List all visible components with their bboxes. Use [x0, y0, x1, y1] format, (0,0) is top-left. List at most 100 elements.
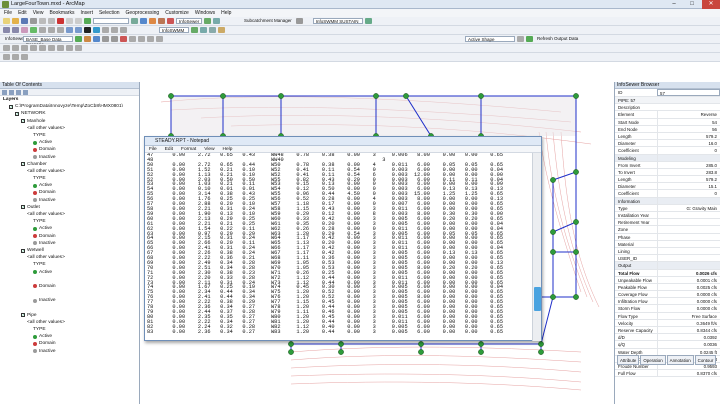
property-value[interactable]: 15.1	[657, 183, 720, 190]
menu-help[interactable]: Help	[221, 9, 231, 17]
clear-selection-icon[interactable]	[75, 27, 82, 33]
toc-layer-row[interactable]: Active	[0, 225, 139, 232]
browser-property-row[interactable]: Flow Type Free Surface	[615, 312, 720, 320]
property-value[interactable]	[657, 262, 720, 269]
select-features-icon[interactable]	[66, 27, 73, 33]
browser-property-row[interactable]: Velocity 0.3649 ft/s	[615, 319, 720, 327]
report-icon[interactable]	[120, 36, 127, 42]
toc-layer-row[interactable]: ✓ C:\ProgramData\Innovyze\Temp\ZoCb8\HMX0…	[0, 103, 139, 110]
browser-property-row[interactable]: Element Reverse	[615, 111, 720, 119]
property-value[interactable]	[657, 233, 720, 240]
browser-property-row[interactable]: Full Flow 0.8370 cfs	[615, 370, 720, 378]
property-value[interactable]: 579.2	[657, 176, 720, 183]
toc-layer-row[interactable]: <all other values>	[0, 254, 139, 261]
browser-property-row[interactable]: USER_ID	[615, 255, 720, 263]
browser-id-field[interactable]: 57	[657, 89, 720, 96]
browser-property-row[interactable]: d/D 0.0392	[615, 334, 720, 342]
toc-layer-row[interactable]: Domain	[0, 283, 139, 290]
infosewer-tool-icon[interactable]	[213, 18, 220, 24]
back-extent-icon[interactable]	[48, 27, 55, 33]
browser-property-row[interactable]: Infiltration Flow 0.0000 cfs	[615, 298, 720, 306]
notepad-menu-file[interactable]: File	[149, 146, 157, 152]
menu-selection[interactable]: Selection	[99, 9, 120, 17]
infosewer-menu[interactable]: InfoSewer	[3, 36, 25, 42]
property-value[interactable]: 0	[657, 147, 720, 154]
list-by-visibility-icon[interactable]	[16, 90, 21, 95]
property-value[interactable]: 0.0000 cfs	[657, 291, 720, 298]
draw-rect-icon[interactable]	[12, 54, 19, 60]
sustain-icon[interactable]	[364, 18, 372, 24]
property-value[interactable]: 0.8344 cfs	[657, 327, 720, 334]
browser-property-row[interactable]: Phase	[615, 233, 720, 241]
network-icon[interactable]	[3, 45, 10, 51]
browser-property-row[interactable]: To Invert 283.8	[615, 168, 720, 177]
cut-icon[interactable]	[39, 18, 46, 24]
subcatchment-icon[interactable]	[295, 18, 303, 24]
toc-layer-row[interactable]: Inactive	[0, 197, 139, 204]
map-display-icon[interactable]	[138, 36, 145, 42]
property-value[interactable]: 0	[657, 190, 720, 197]
property-value[interactable]: 0.3649 ft/s	[657, 319, 720, 326]
menu-edit[interactable]: Edit	[18, 9, 27, 17]
legend-icon[interactable]	[147, 36, 154, 42]
property-value[interactable]: 54	[657, 118, 720, 125]
toc-layer-row[interactable]: ✓ Manhole	[0, 118, 139, 125]
tab-operation[interactable]: Operation	[640, 355, 666, 365]
toc-layer-row[interactable]: <all other values>	[0, 211, 139, 218]
layer-visibility-checkbox[interactable]: ✓	[9, 104, 13, 109]
property-value[interactable]: 0.0025 cfs	[657, 283, 720, 291]
property-value[interactable]	[657, 154, 720, 161]
browser-property-row[interactable]: q/Q 0.0036	[615, 341, 720, 349]
browser-property-row[interactable]: Peakable Flow 0.0025 cfs	[615, 283, 720, 292]
refresh-output-icon[interactable]	[526, 36, 533, 42]
menu-insert[interactable]: Insert	[80, 9, 93, 17]
property-value[interactable]: 16.0	[657, 140, 720, 147]
shape-tool-icon[interactable]	[517, 36, 524, 42]
toc-layer-row[interactable]	[0, 304, 139, 311]
close-button[interactable]: ✕	[702, 0, 720, 9]
infosewer-run-icon[interactable]	[204, 18, 211, 24]
infoswmm-tool3-icon[interactable]	[218, 27, 225, 33]
browser-property-row[interactable]: Lining	[615, 247, 720, 256]
property-value[interactable]: G: Gravity Main	[657, 204, 720, 211]
property-value[interactable]: 0.0001 cfs	[657, 276, 720, 283]
draw-text-icon[interactable]	[21, 54, 28, 60]
menu-file[interactable]: File	[4, 9, 12, 17]
list-by-source-icon[interactable]	[9, 90, 14, 95]
notepad-menu-format[interactable]: Format	[181, 146, 196, 152]
toc-layer-row[interactable]: Inactive	[0, 348, 139, 355]
tab-contour[interactable]: Contour	[694, 355, 717, 365]
property-value[interactable]: Reverse	[657, 111, 720, 118]
scenario-dropdown[interactable]: BASE_Base Data Scenario	[23, 36, 73, 47]
query-icon[interactable]	[111, 36, 118, 42]
add-node-icon[interactable]	[12, 45, 19, 51]
property-value[interactable]	[657, 247, 720, 255]
list-by-drawing-order-icon[interactable]	[2, 90, 7, 95]
toc-layer-row[interactable]: Domain	[0, 233, 139, 240]
browser-property-row[interactable]: Modeling	[615, 154, 720, 162]
toc-layer-row[interactable]	[0, 276, 139, 283]
browser-property-row[interactable]: Diameter 15.1	[615, 183, 720, 191]
output-icon[interactable]	[84, 36, 91, 42]
toc-layer-row[interactable]: Inactive	[0, 240, 139, 247]
browser-property-row[interactable]: End Node 56	[615, 125, 720, 133]
toc-layer-row[interactable]: Layers	[0, 96, 139, 103]
property-value[interactable]	[657, 240, 720, 247]
move-icon[interactable]	[30, 45, 37, 51]
browser-property-row[interactable]: Length 579.2	[615, 176, 720, 184]
property-value[interactable]: 0.0036	[657, 341, 720, 348]
draw-arrow-icon[interactable]	[3, 54, 10, 60]
property-value[interactable]: 56	[657, 125, 720, 132]
toc-layer-row[interactable]: Active	[0, 139, 139, 146]
notepad-vertical-scrollbar[interactable]	[532, 153, 541, 341]
forward-extent-icon[interactable]	[57, 27, 64, 33]
toc-layer-row[interactable]: <all other values>	[0, 168, 139, 175]
infoswmm-tool2-icon[interactable]	[209, 27, 216, 33]
layer-visibility-checkbox[interactable]: ✓	[21, 205, 25, 210]
arctoolbox-icon[interactable]	[167, 18, 174, 24]
annotation-icon[interactable]	[156, 36, 163, 42]
browser-property-row[interactable]: Coverage Flow 0.0000 cfs	[615, 291, 720, 299]
notepad-menu-edit[interactable]: Edit	[165, 146, 173, 152]
browser-property-row[interactable]: Retirement Year	[615, 219, 720, 227]
browser-property-row[interactable]: From Invert 285.0	[615, 161, 720, 169]
